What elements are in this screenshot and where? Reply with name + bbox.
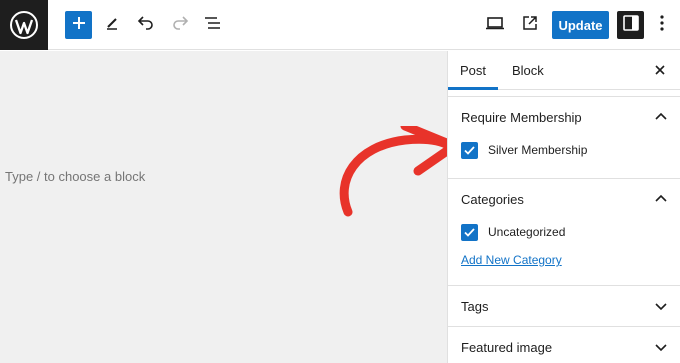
redo-icon xyxy=(171,15,189,36)
tab-block[interactable]: Block xyxy=(512,51,544,90)
sidebar-icon xyxy=(622,14,639,36)
close-icon[interactable] xyxy=(652,62,668,78)
add-new-category-link[interactable]: Add New Category xyxy=(448,253,680,267)
panel-divider xyxy=(448,90,680,97)
panel-featured-image: Featured image xyxy=(448,327,680,363)
more-vertical-icon xyxy=(660,14,664,36)
red-arrow-annotation xyxy=(339,126,459,217)
chevron-down-icon[interactable] xyxy=(654,340,668,354)
panel-title[interactable]: Featured image xyxy=(448,327,680,363)
undo-icon xyxy=(137,15,155,36)
pencil-icon xyxy=(104,15,120,36)
list-view-button[interactable] xyxy=(203,11,223,39)
membership-option-label: Silver Membership xyxy=(488,143,588,157)
settings-toggle-button[interactable] xyxy=(617,11,644,39)
undo-button[interactable] xyxy=(136,11,156,39)
block-placeholder[interactable]: Type / to choose a block xyxy=(5,169,145,184)
chevron-down-icon[interactable] xyxy=(654,299,668,313)
membership-option: Silver Membership xyxy=(448,137,680,163)
chevron-up-icon[interactable] xyxy=(654,110,668,124)
panel-title[interactable]: Require Membership xyxy=(448,97,680,137)
redo-button[interactable] xyxy=(170,11,190,39)
plus-icon xyxy=(72,16,86,35)
add-block-button[interactable] xyxy=(65,11,92,39)
desktop-icon xyxy=(486,16,504,35)
settings-sidebar: Post Block Require Membership Silver Mem… xyxy=(447,51,680,363)
options-button[interactable] xyxy=(654,11,670,39)
panel-categories: Categories Uncategorized Add New Categor… xyxy=(448,179,680,286)
category-option-label: Uncategorized xyxy=(488,225,566,239)
view-post-button[interactable] xyxy=(519,11,541,39)
chevron-up-icon[interactable] xyxy=(654,192,668,206)
update-button[interactable]: Update xyxy=(552,11,609,39)
tab-post[interactable]: Post xyxy=(448,51,498,90)
category-checkbox[interactable] xyxy=(461,223,478,241)
category-option: Uncategorized xyxy=(448,219,680,245)
list-view-icon xyxy=(204,16,222,35)
editor-toolbar: Update xyxy=(0,0,680,50)
panel-title[interactable]: Categories xyxy=(448,179,680,219)
preview-button[interactable] xyxy=(485,11,505,39)
sidebar-tabs: Post Block xyxy=(448,51,680,90)
panel-tags: Tags xyxy=(448,286,680,327)
panel-title[interactable]: Tags xyxy=(448,286,680,326)
tools-button[interactable] xyxy=(102,11,122,39)
panel-require-membership: Require Membership Silver Membership xyxy=(448,97,680,179)
wordpress-logo-icon[interactable] xyxy=(0,0,48,50)
editor-canvas[interactable]: Type / to choose a block xyxy=(0,51,459,363)
membership-checkbox[interactable] xyxy=(461,141,478,159)
external-link-icon xyxy=(522,15,538,36)
